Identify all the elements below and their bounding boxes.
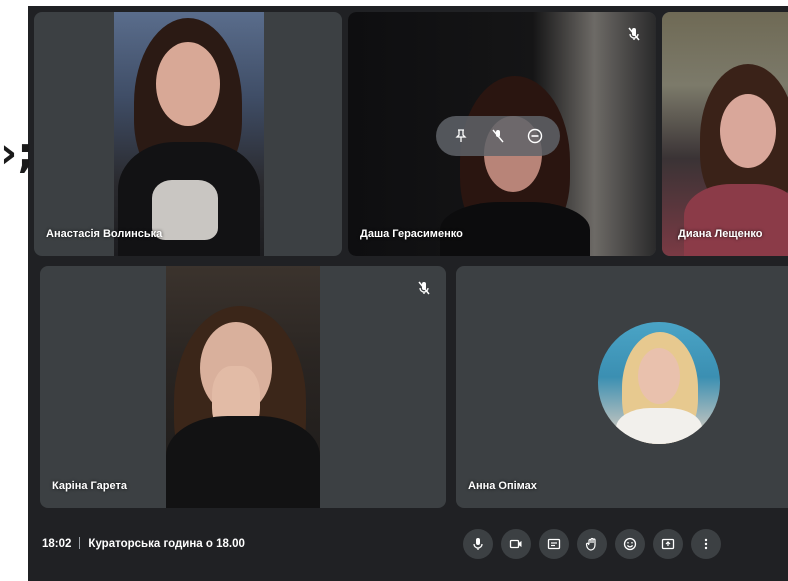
camera-icon [509, 539, 522, 549]
emoji-reactions-button[interactable] [615, 529, 645, 559]
divider [79, 537, 81, 549]
remove-icon [528, 128, 543, 144]
pin-button[interactable] [447, 122, 475, 150]
meeting-time: 18:02 [42, 538, 72, 550]
emoji-icon [623, 537, 637, 551]
muted-mic-icon [418, 281, 430, 295]
pin-icon [455, 129, 467, 142]
participant-video [662, 12, 788, 256]
raise-hand-icon [585, 537, 596, 551]
participant-tile-5[interactable]: Анна Опімах [456, 266, 788, 508]
present-screen-icon [661, 538, 675, 550]
cropped-text-fragment: ›; [0, 128, 35, 177]
participant-name: Даша Герасименко [360, 228, 463, 240]
participant-tile-1[interactable]: Анастасія Волинська [34, 12, 342, 256]
video-call-window: Анастасія Волинська Даша Герасименко Диа… [28, 6, 788, 581]
mute-mic-icon [492, 129, 504, 143]
participant-tile-2[interactable]: Даша Герасименко [348, 12, 656, 256]
more-options-icon [704, 538, 708, 550]
meeting-title: Кураторська година о 18.00 [88, 538, 245, 550]
mute-participant-button[interactable] [484, 122, 512, 150]
participant-name: Диана Лещенко [678, 228, 763, 240]
avatar [598, 322, 720, 444]
screenshot: Анастасія Волинська Даша Герасименко Диа… [0, 0, 788, 581]
participant-name: Каріна Гарета [52, 480, 127, 492]
participant-tile-4[interactable]: Каріна Гарета [40, 266, 446, 508]
captions-button[interactable] [539, 529, 569, 559]
present-screen-button[interactable] [653, 529, 683, 559]
more-options-button[interactable] [691, 529, 721, 559]
microphone-button[interactable] [463, 529, 493, 559]
captions-icon [547, 538, 561, 550]
participant-video [166, 266, 320, 508]
participant-name: Анна Опімах [468, 480, 537, 492]
muted-mic-icon [628, 27, 640, 41]
tile-hover-controls [436, 116, 560, 156]
raise-hand-button[interactable] [577, 529, 607, 559]
mic-icon [473, 538, 483, 550]
participant-tile-3[interactable]: Диана Лещенко [662, 12, 788, 256]
bottom-bar: 18:02 Кураторська година о 18.00 [28, 503, 788, 581]
remove-participant-button[interactable] [521, 122, 549, 150]
camera-button[interactable] [501, 529, 531, 559]
participant-video [114, 12, 264, 256]
participant-name: Анастасія Волинська [46, 228, 163, 240]
meeting-info: 18:02 Кураторська година о 18.00 [42, 537, 245, 550]
